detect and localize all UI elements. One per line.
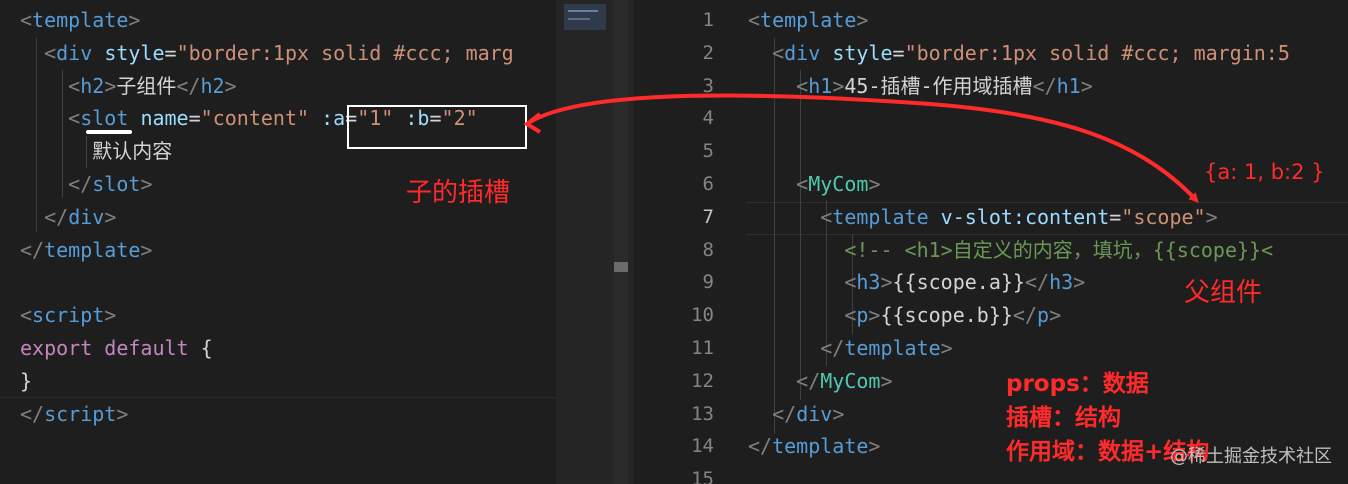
arrow-tail-hook: [523, 112, 542, 134]
watermark: @稀土掘金技术社区: [1170, 446, 1332, 467]
annotation-arrow-layer: [523, 93, 1199, 203]
slot-to-scope-arrow: [525, 93, 1199, 203]
